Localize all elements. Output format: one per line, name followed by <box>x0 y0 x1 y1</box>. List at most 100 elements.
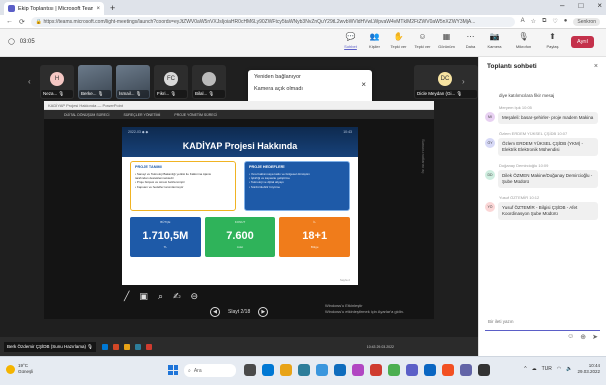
taskbar-app-icon[interactable] <box>406 364 418 376</box>
chevron-up-icon[interactable]: ^ <box>524 366 526 372</box>
lock-icon: 🔒 <box>35 18 44 25</box>
volume-icon[interactable]: 🔈 <box>566 366 572 372</box>
tool-görünüm[interactable]: ▦ Görünüm <box>436 32 457 49</box>
annotation-tools: ╱ ▣ ⌕ ✍ ⊖ <box>124 291 198 302</box>
stat-unit: TL <box>163 245 168 249</box>
leave-button[interactable]: Ayrıl <box>571 36 594 48</box>
device-mikrofon[interactable]: 🎙 Mikrofon <box>513 32 534 49</box>
close-chat-icon[interactable]: × <box>594 63 598 70</box>
pointer-icon[interactable]: ✍ <box>173 291 181 302</box>
taskbar-app-icon[interactable] <box>388 364 400 376</box>
url-field[interactable]: 🔒 https://teams.microsoft.com/light-meet… <box>30 16 515 27</box>
participant-tile[interactable]: H Neza... 🎙 <box>40 65 74 99</box>
participant-tile[interactable]: DC Dicle Meydan (Gi... 🎙 <box>414 65 478 99</box>
refresh-icon[interactable]: ⟳ <box>19 18 25 26</box>
wifi-icon[interactable]: ◠ <box>557 366 561 372</box>
maximize-icon[interactable]: □ <box>578 1 583 10</box>
participant-name: Bilal... 🎙 <box>193 90 225 98</box>
chat-message-list: diye katılımcılara fikir mesaj Meryem Iş… <box>485 93 598 227</box>
toast-line-1: Yeniden bağlanıyor <box>254 74 301 80</box>
taskbar-app-icon[interactable] <box>478 364 490 376</box>
taskbar-app-icon[interactable] <box>460 364 472 376</box>
tool-label: Tepki ver <box>414 44 431 49</box>
box-heading: PROJE HEDEFLERİ <box>249 165 285 169</box>
lang-indicator[interactable]: TUR <box>542 366 552 372</box>
pen-icon[interactable]: ╱ <box>124 291 129 302</box>
notification-toast: Yeniden bağlanıyor Kamera açık olmadı × <box>248 70 372 104</box>
emoji-icon[interactable]: ☺ <box>567 333 574 341</box>
close-tab-icon[interactable]: × <box>96 6 100 12</box>
new-tab-button[interactable]: + <box>110 3 115 13</box>
device-icon: ⬆ <box>549 32 556 41</box>
tool-tepki-ver[interactable]: ☺ Tepki ver <box>412 32 433 49</box>
tool-daha[interactable]: ⋯ Daha <box>460 32 481 49</box>
ribbon-menu-item[interactable]: PROJE YÖNETİM SÜRECİ <box>174 113 217 117</box>
taskbar-app-icon[interactable] <box>280 364 292 376</box>
slide-navigation: ◀ Slayt 2/18 ▶ <box>210 307 269 317</box>
tool-label: Kişiler <box>369 44 380 49</box>
taskbar-app-icon[interactable] <box>352 364 364 376</box>
taskbar-search[interactable]: ⌕ Ara <box>184 364 236 377</box>
window-controls: – □ × <box>560 1 602 10</box>
toast-close-icon[interactable]: × <box>361 80 366 89</box>
minimize-icon[interactable]: – <box>560 1 564 10</box>
device-tools: 📷 Kamera 🎙 Mikrofon ⬆ Paylaş Ayrıl <box>484 32 594 49</box>
taskbar-app-icon[interactable] <box>334 364 346 376</box>
favorite-star-icon[interactable]: ☆ <box>531 18 536 26</box>
slides-grid-icon[interactable]: ▣ <box>139 291 148 302</box>
account-icon[interactable]: ● <box>564 18 568 26</box>
shared-window-titlebar: KADİYAP Projesi Hakkında — PowerPoint <box>44 101 434 110</box>
gallery-prev-icon[interactable]: ‹ <box>28 77 31 86</box>
system-tray: ^ ☁ TUR ◠ 🔈 10:44 29.03.2022 <box>524 363 600 375</box>
taskbar-app-icon[interactable] <box>370 364 382 376</box>
taskbar-app-icon[interactable] <box>262 364 274 376</box>
send-icon[interactable]: ➤ <box>592 333 598 341</box>
tool-icon: 👥 <box>369 32 380 41</box>
cloud-icon[interactable]: ☁ <box>532 366 537 372</box>
taskbar-app-icon[interactable] <box>442 364 454 376</box>
presenter-notes-toggle[interactable]: Sunucu notlarını aç <box>421 139 426 173</box>
participant-tile[interactable]: FC Fikri... 🎙 <box>154 65 188 99</box>
participant-tile[interactable]: İsmail... 🎙 <box>116 65 150 99</box>
box-heading: PROJE TANIMI <box>135 165 162 169</box>
close-window-icon[interactable]: × <box>597 1 602 10</box>
more-options-icon[interactable]: ⊖ <box>191 291 199 302</box>
box-line: • Kapsam ve hedefler tanımlanmıştır <box>135 184 184 189</box>
gallery-next-icon[interactable]: › <box>462 77 465 86</box>
message-bubble: Dilek ÖZMEN Makine/Doğanay Demircioğlu -… <box>498 170 598 188</box>
ribbon-menu-item[interactable]: SÜREÇLER YÖNETİMİ <box>124 113 161 117</box>
chat-message-partial: diye katılımcılara fikir mesaj <box>499 93 555 98</box>
chat-title: Toplantı sohbeti <box>487 62 537 70</box>
profile-button[interactable]: Senkron <box>573 17 600 26</box>
tool-sohbet[interactable]: 💬 Sohbet <box>340 32 361 49</box>
slide-counter: Slayt 2/18 <box>228 309 251 315</box>
participant-tile[interactable]: Berke... 🎙 <box>78 65 112 99</box>
taskbar-app-icon[interactable] <box>244 364 256 376</box>
chat-input[interactable]: Bir ileti yazın <box>485 315 600 331</box>
zoom-icon[interactable]: ⌕ <box>158 291 163 302</box>
participant-name: Neza... 🎙 <box>41 90 73 98</box>
tool-tepki-ver[interactable]: ✋ Tepki ver <box>388 32 409 49</box>
shared-window-menu: DİJİTAL DÖNÜŞÜM SÜRECİ SÜREÇLER YÖNETİMİ P… <box>44 110 434 119</box>
collections-icon[interactable]: ♡ <box>552 18 557 26</box>
weather-widget[interactable]: 19°C Güneşli <box>6 363 33 375</box>
device-kamera[interactable]: 📷 Kamera <box>484 32 505 49</box>
windows-start-icon[interactable] <box>168 365 178 375</box>
tool-kişiler[interactable]: 👥 Kişiler <box>364 32 385 49</box>
participant-name: Dicle Meydan (Gi... 🎙 <box>415 90 477 98</box>
taskbar-app-icon[interactable] <box>316 364 328 376</box>
taskbar-app-icon[interactable] <box>424 364 436 376</box>
ribbon-menu-item[interactable]: DİJİTAL DÖNÜŞÜM SÜRECİ <box>64 113 110 117</box>
back-icon[interactable]: ← <box>6 18 13 25</box>
previous-slide-button[interactable]: ◀ <box>210 307 220 317</box>
attach-icon[interactable]: ⊕ <box>580 333 586 341</box>
taskbar-clock[interactable]: 10:44 29.03.2022 <box>577 363 600 375</box>
participant-tile[interactable]: Bilal... 🎙 <box>192 65 226 99</box>
browser-tab[interactable]: Ekip Toplantısı | Microsoft Teams × <box>4 2 104 15</box>
read-aloud-icon[interactable]: A <box>521 18 525 26</box>
taskbar-app-icon[interactable] <box>298 364 310 376</box>
participant-name: Fikri... 🎙 <box>155 90 187 98</box>
extensions-icon[interactable]: ⧉ <box>542 18 546 26</box>
device-paylaş[interactable]: ⬆ Paylaş <box>542 32 563 49</box>
next-slide-button[interactable]: ▶ <box>258 307 269 317</box>
